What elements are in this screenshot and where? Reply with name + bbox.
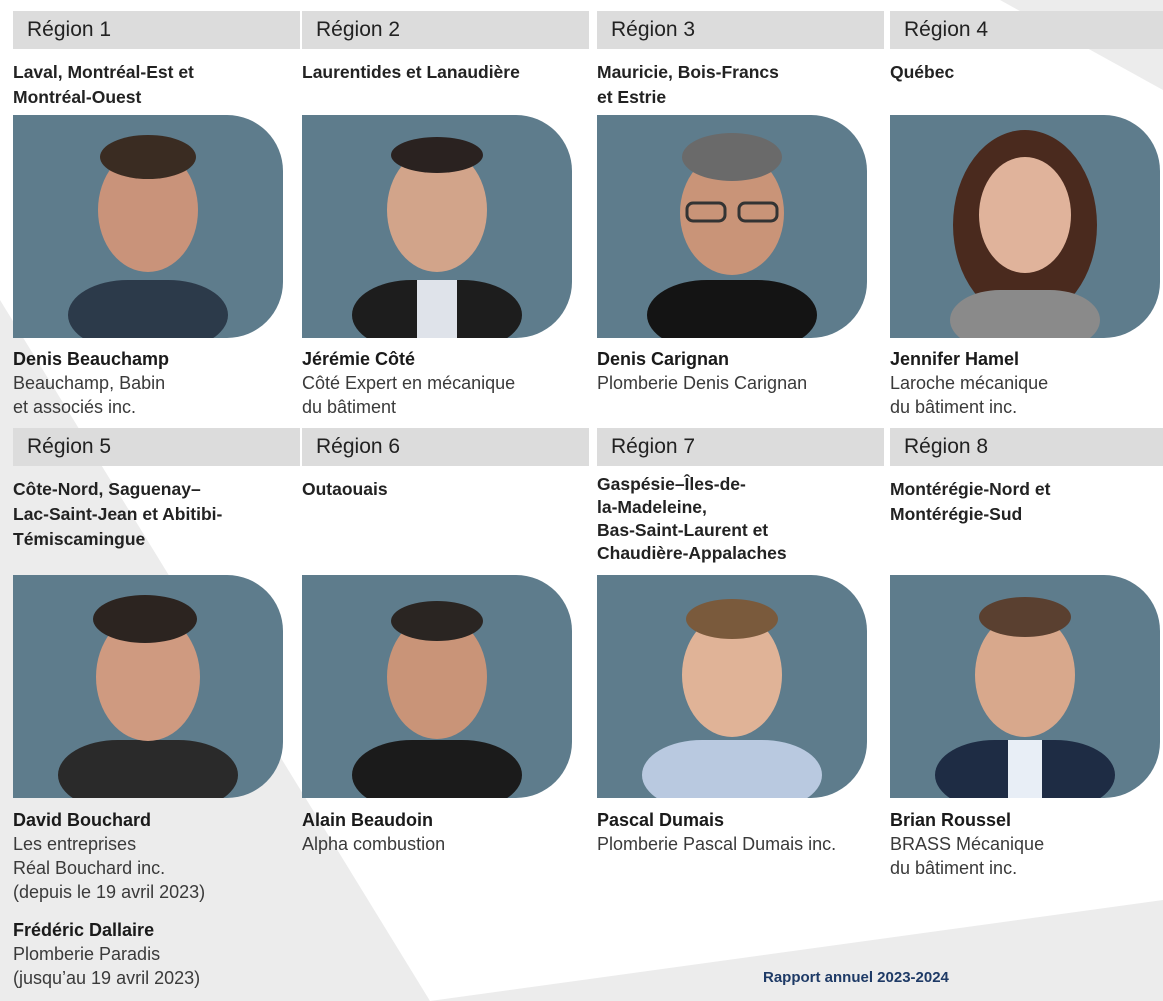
portrait-photo [13, 115, 283, 338]
person-name: Pascal Dumais [597, 810, 725, 830]
person-name: Jérémie Côté [302, 349, 416, 369]
person-company: Laroche mécanique du bâtiment inc. [890, 373, 1049, 417]
portrait-photo [890, 575, 1160, 798]
person-name: Denis Carignan [597, 349, 730, 369]
portrait-photo [302, 115, 572, 338]
person-company: Alpha combustion [302, 834, 446, 854]
region-areas: Laval, Montréal-Est et Montréal-Ouest [13, 62, 194, 107]
person-name: Frédéric Dallaire [13, 920, 155, 940]
person-company: Côté Expert en mécanique du bâtiment [302, 373, 516, 417]
person-company: Plomberie Paradis (jusqu’au 19 avril 202… [13, 944, 201, 988]
region-header: Région 5 [13, 428, 300, 466]
region-header: Région 7 [597, 428, 884, 466]
region-areas: Outaouais [302, 479, 388, 499]
region-areas: Montérégie-Nord et Montérégie-Sud [890, 479, 1051, 524]
person-company: BRASS Mécanique du bâtiment inc. [890, 834, 1045, 878]
person-name: Brian Roussel [890, 810, 1012, 830]
region-header: Région 4 [890, 11, 1163, 49]
region-header: Région 3 [597, 11, 884, 49]
person-company: Plomberie Denis Carignan [597, 373, 808, 393]
portrait-photo [890, 115, 1160, 338]
portrait-photo [597, 115, 867, 338]
region-areas: Gaspésie–Îles-de- la-Madeleine, Bas-Sain… [597, 474, 787, 563]
person-name: Alain Beaudoin [302, 810, 434, 830]
person-company: Plomberie Pascal Dumais inc. [597, 834, 837, 854]
committee-grid: Région 1 Laval, Montréal-Est et Montréal… [0, 0, 1163, 1001]
person-company: Les entreprises Réal Bouchard inc. (depu… [13, 834, 206, 902]
region-areas: Mauricie, Bois-Francs et Estrie [597, 62, 779, 107]
region-header: Région 2 [302, 11, 589, 49]
region-areas: Côte-Nord, Saguenay– Lac-Saint-Jean et A… [13, 479, 223, 549]
portrait-photo [302, 575, 572, 798]
region-areas: Québec [890, 62, 955, 82]
region-header: Région 8 [890, 428, 1163, 466]
region-header: Région 1 [13, 11, 300, 49]
person-name: David Bouchard [13, 810, 152, 830]
region-header: Région 6 [302, 428, 589, 466]
portrait-photo [13, 575, 283, 798]
person-name: Jennifer Hamel [890, 349, 1020, 369]
region-areas: Laurentides et Lanaudière [302, 62, 520, 82]
portrait-photo [597, 575, 867, 798]
person-name: Denis Beauchamp [13, 349, 170, 369]
person-company: Beauchamp, Babin et associés inc. [13, 373, 166, 417]
